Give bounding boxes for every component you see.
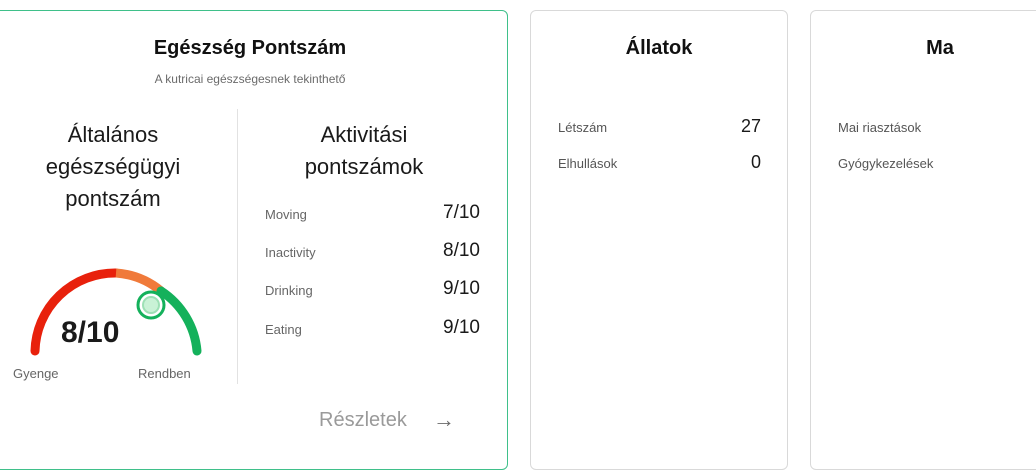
gauge-high-label: Rendben (138, 366, 191, 381)
general-heading-line: Általános (67, 122, 159, 147)
column-divider (237, 109, 238, 384)
metric-value: 8/10 (443, 240, 480, 261)
activity-heading-line: pontszámok (304, 154, 424, 179)
today-card: Ma Mai riasztások 0 Gyógykezelések 0 (810, 10, 1036, 470)
metric-row-drinking: Drinking 9/10 (265, 278, 480, 302)
metric-value: 7/10 (443, 202, 480, 223)
gauge-score-value: 8/10 (61, 316, 120, 349)
stat-value: 0 (750, 152, 761, 172)
today-title: Ma (926, 37, 954, 59)
animals-card: Állatok Létszám 27 Elhullások 0 (530, 10, 788, 470)
stat-row-deaths: Elhullások 0 (558, 152, 761, 176)
arrow-right-icon[interactable]: → (433, 407, 455, 433)
animals-title: Állatok (625, 37, 693, 59)
gauge-arc-orange (115, 268, 164, 295)
gauge-needle-icon (136, 290, 166, 320)
activity-heading-line: Aktivitási (320, 122, 408, 147)
general-score-heading: Általános egészségügyi pontszám (3, 119, 223, 215)
metric-value: 9/10 (443, 317, 480, 338)
stat-row-headcount: Létszám 27 (558, 116, 761, 140)
general-heading-line: pontszám (65, 186, 161, 211)
details-link[interactable]: Részletek (319, 409, 407, 432)
gauge-arc-green (156, 286, 202, 356)
metric-label: Eating (265, 322, 302, 337)
metric-label: Drinking (265, 283, 313, 298)
activity-scores-heading: Aktivitási pontszámok (251, 119, 477, 183)
stat-row-alerts: Mai riasztások 0 (838, 116, 1036, 140)
metric-row-moving: Moving 7/10 (265, 202, 480, 226)
stat-label: Mai riasztások (838, 120, 922, 135)
metric-label: Moving (265, 207, 307, 222)
metric-row-eating: Eating 9/10 (265, 317, 480, 341)
metric-value: 9/10 (443, 278, 480, 299)
health-score-card: Egészség Pontszám A kutricai egészségesn… (0, 10, 508, 470)
stat-label: Létszám (558, 120, 608, 135)
health-score-subtitle: A kutricai egészségesnek tekinthető (154, 72, 346, 86)
metric-label: Inactivity (265, 245, 316, 260)
metric-row-inactivity: Inactivity 8/10 (265, 240, 480, 264)
stat-label: Elhullások (558, 156, 618, 171)
gauge-low-label: Gyenge (13, 366, 59, 381)
stat-value: 27 (740, 116, 761, 136)
stat-row-treatments: Gyógykezelések 0 (838, 152, 1036, 176)
health-score-title: Egészség Pontszám (153, 37, 347, 59)
general-heading-line: egészségügyi (45, 154, 181, 179)
stat-label: Gyógykezelések (838, 156, 934, 171)
